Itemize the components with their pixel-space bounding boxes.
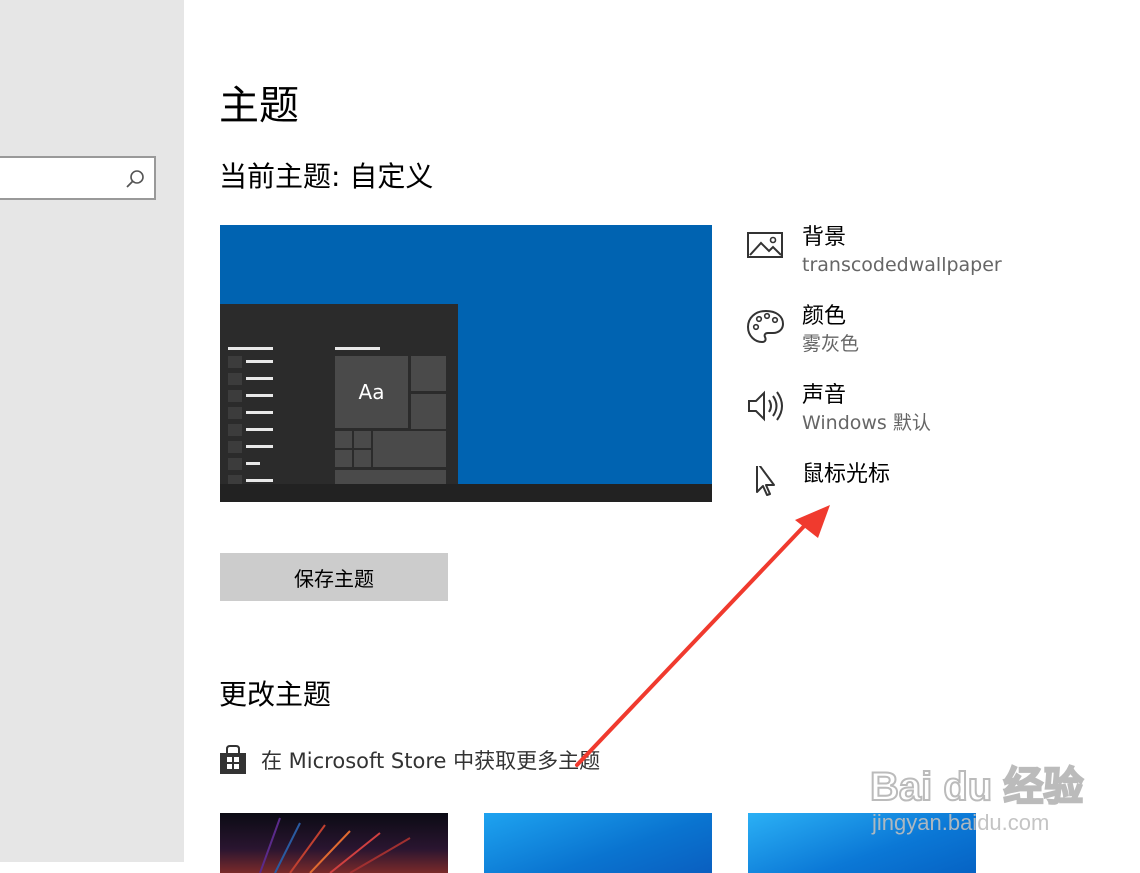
preview-taskbar bbox=[220, 484, 712, 502]
watermark-brand: Bai du 经验 bbox=[869, 764, 1084, 810]
background-value: transcodedwallpaper bbox=[802, 254, 1002, 276]
theme-thumbnail-2[interactable] bbox=[484, 813, 712, 873]
cursor-icon bbox=[756, 466, 775, 496]
sound-value: Windows 默认 bbox=[802, 412, 931, 434]
preview-start-window: Aa bbox=[220, 304, 458, 502]
sound-label: 声音 bbox=[802, 383, 847, 408]
current-theme-heading: 当前主题: 自定义 bbox=[219, 160, 434, 193]
speaker-icon bbox=[748, 390, 783, 422]
theme-thumbnail-1[interactable] bbox=[220, 813, 448, 873]
store-bag-icon bbox=[220, 745, 246, 774]
preview-tile-aa: Aa bbox=[335, 356, 408, 428]
palette-icon bbox=[746, 309, 785, 344]
picture-icon bbox=[747, 232, 783, 258]
color-label: 颜色 bbox=[802, 304, 847, 329]
search-box[interactable] bbox=[0, 156, 156, 200]
theme-preview: Aa bbox=[220, 225, 712, 502]
baidu-watermark: Bai du 经验 jingyan.baidu.com bbox=[869, 740, 1090, 840]
thumbnail-1-rays bbox=[259, 817, 411, 873]
mouse-cursor-setting[interactable]: 鼠标光标 bbox=[746, 462, 1046, 526]
color-value: 雾灰色 bbox=[802, 333, 860, 355]
background-label: 背景 bbox=[802, 225, 847, 250]
search-icon[interactable] bbox=[124, 168, 146, 190]
background-setting[interactable]: 背景 transcodedwallpaper bbox=[746, 225, 1046, 289]
change-theme-heading: 更改主题 bbox=[219, 678, 332, 711]
mouse-cursor-label: 鼠标光标 bbox=[802, 462, 891, 487]
page-title: 主题 bbox=[219, 83, 299, 129]
search-input[interactable] bbox=[6, 166, 120, 192]
sidebar bbox=[0, 0, 184, 862]
watermark-url: jingyan.baidu.com bbox=[872, 810, 1050, 835]
sound-setting[interactable]: 声音 Windows 默认 bbox=[746, 383, 1046, 447]
store-link-text: 在 Microsoft Store 中获取更多主题 bbox=[261, 749, 601, 773]
store-link[interactable]: 在 Microsoft Store 中获取更多主题 bbox=[219, 742, 600, 778]
color-setting[interactable]: 颜色 雾灰色 bbox=[746, 304, 1046, 368]
save-theme-button[interactable]: 保存主题 bbox=[220, 553, 448, 601]
